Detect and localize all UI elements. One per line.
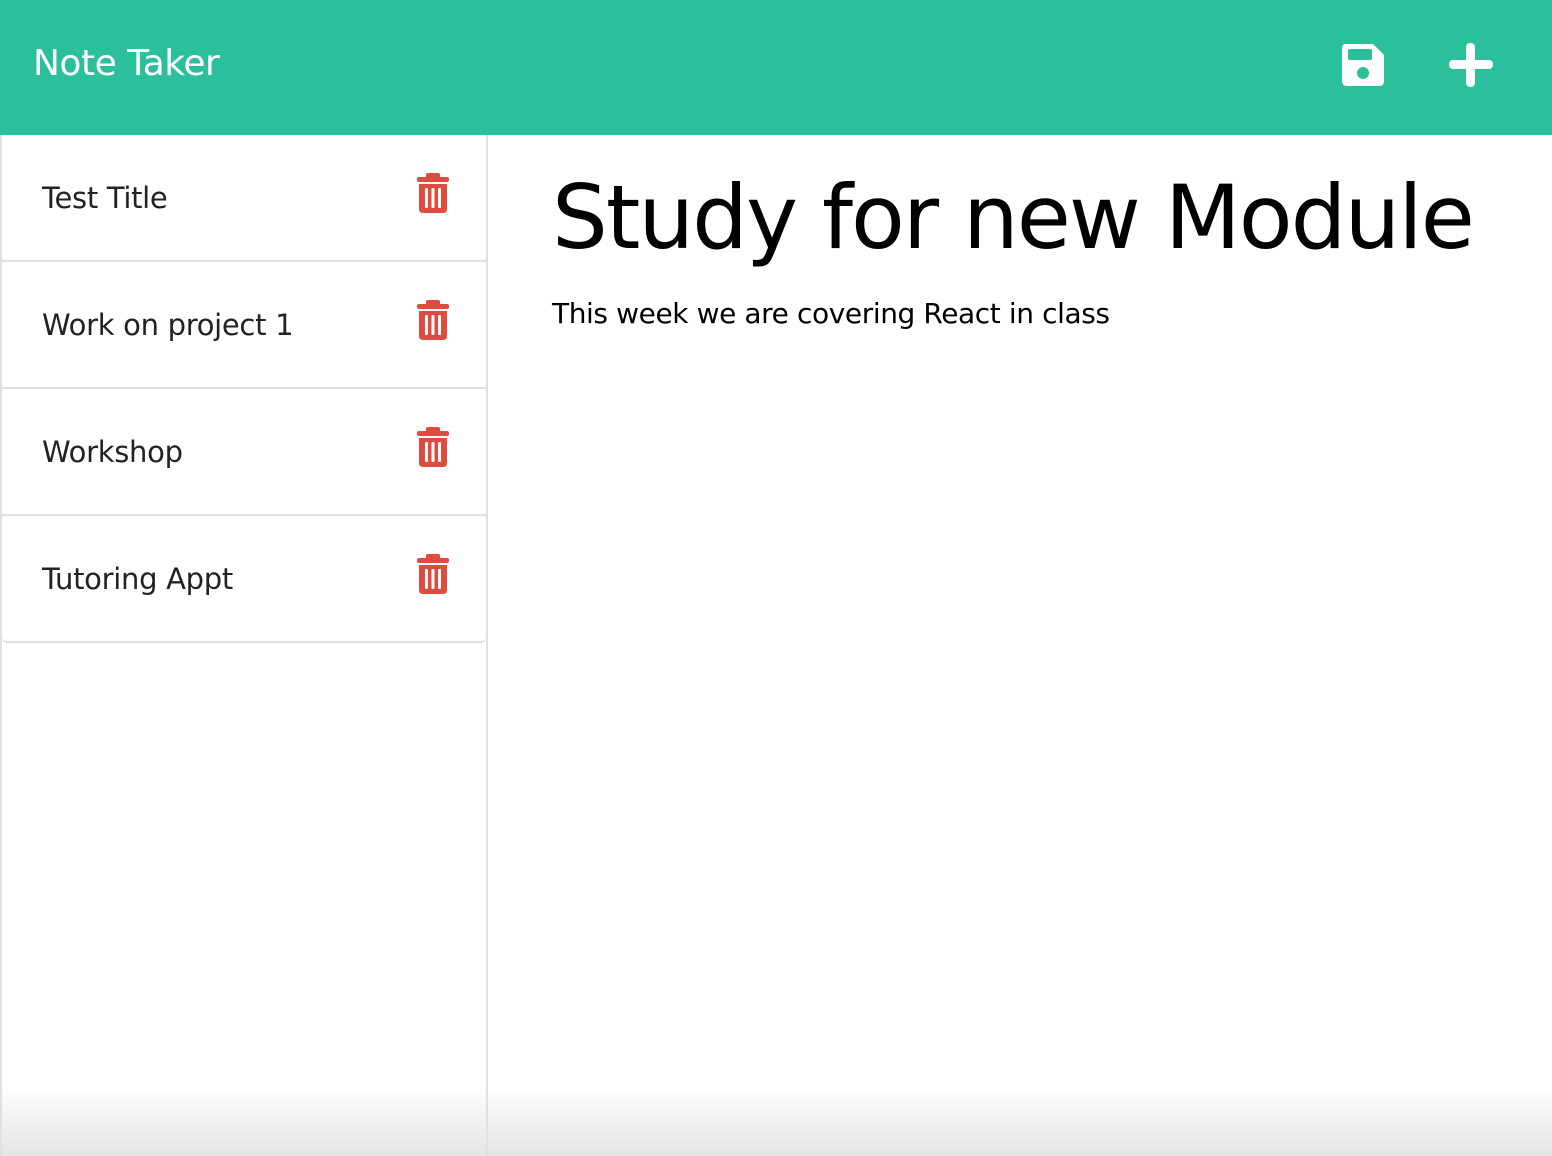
note-list-item[interactable]: Test Title	[2, 135, 486, 262]
trash-icon[interactable]	[416, 554, 450, 594]
note-list-sidebar: Test Title Work on project 1 Workshop Tu…	[0, 135, 488, 1156]
note-list-item[interactable]: Tutoring Appt	[2, 516, 486, 643]
note-list-item[interactable]: Workshop	[2, 389, 486, 516]
save-note-icon[interactable]	[1338, 40, 1388, 90]
trash-icon[interactable]	[416, 300, 450, 340]
editor-bottom-shadow	[488, 1086, 1552, 1156]
note-list-item-title[interactable]: Tutoring Appt	[42, 560, 233, 598]
note-list: Test Title Work on project 1 Workshop Tu…	[2, 135, 486, 643]
note-editor: Study for new Module This week we are co…	[488, 135, 1552, 1156]
note-title-field[interactable]: Study for new Module	[552, 163, 1475, 273]
trash-icon[interactable]	[416, 427, 450, 467]
note-list-item-title[interactable]: Work on project 1	[42, 306, 294, 344]
navbar: Note Taker	[0, 0, 1552, 135]
note-text-field[interactable]: This week we are covering React in class	[552, 295, 1110, 333]
trash-icon[interactable]	[416, 173, 450, 213]
note-list-item-title[interactable]: Test Title	[42, 179, 168, 217]
app-title[interactable]: Note Taker	[33, 40, 220, 88]
sidebar-bottom-shadow	[2, 1086, 486, 1156]
note-list-item-title[interactable]: Workshop	[42, 433, 183, 471]
new-note-icon[interactable]	[1446, 40, 1496, 90]
note-list-item[interactable]: Work on project 1	[2, 262, 486, 389]
